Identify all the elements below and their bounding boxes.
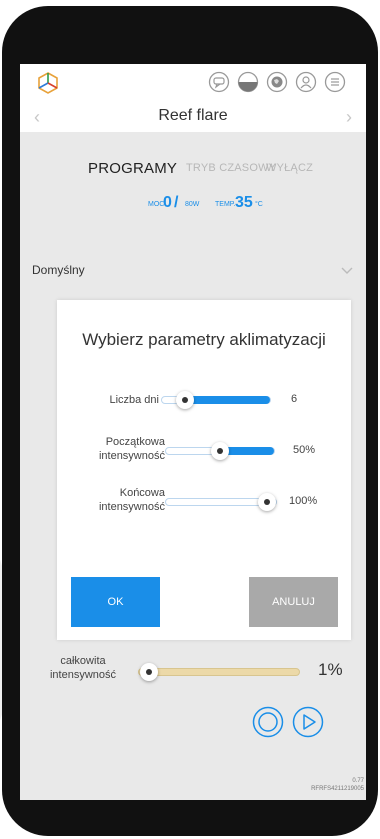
- start-intensity-slider-thumb[interactable]: [211, 442, 229, 460]
- end-intensity-slider-thumb[interactable]: [258, 493, 276, 511]
- days-value: 6: [291, 393, 298, 405]
- user-icon[interactable]: [295, 71, 317, 93]
- next-arrow-icon[interactable]: ›: [346, 107, 352, 128]
- start-intensity-value: 50%: [293, 444, 316, 456]
- mode-tabs: PROGRAMY TRYB CZASOWY WYŁĄCZ: [20, 160, 366, 182]
- half-circle-icon[interactable]: [237, 71, 259, 93]
- days-label: Liczba dni: [109, 394, 159, 406]
- total-intensity-slider-thumb[interactable]: [140, 663, 158, 681]
- cancel-button[interactable]: ANULUJ: [249, 577, 338, 627]
- start-intensity-slider[interactable]: [165, 442, 275, 460]
- tab-tryb-czasowy[interactable]: TRYB CZASOWY: [186, 162, 276, 174]
- tab-programy[interactable]: PROGRAMY: [88, 160, 177, 177]
- days-slider-fill: [185, 396, 270, 404]
- app-screen: ‹ Reef flare › PROGRAMY TRYB CZASOWY WYŁ…: [20, 64, 366, 800]
- version-number: 0.77: [352, 778, 364, 784]
- power-label: MOC: [148, 201, 165, 208]
- app-logo-icon[interactable]: [36, 71, 60, 95]
- dialog-title: Wybierz parametry aklimatyzacji: [82, 330, 326, 349]
- tab-wylacz[interactable]: WYŁĄCZ: [266, 162, 313, 174]
- dropdown-selected-value: Domyślny: [32, 263, 85, 277]
- power-max: 80W: [185, 201, 200, 208]
- version-info: 0.77 RFRFS4211219005: [311, 777, 364, 793]
- days-slider-thumb[interactable]: [176, 391, 194, 409]
- phone-frame: ‹ Reef flare › PROGRAMY TRYB CZASOWY WYŁ…: [2, 6, 378, 836]
- temp-value: 35: [235, 194, 253, 211]
- power-value: 0: [163, 194, 172, 211]
- days-slider[interactable]: [161, 391, 271, 409]
- end-intensity-label: Końcowa intensywność: [98, 487, 165, 513]
- start-intensity-label: Początkowa intensywność: [98, 436, 165, 462]
- temp-label: TEMP.: [215, 201, 236, 208]
- page-title: Reef flare: [158, 107, 228, 124]
- status-readout: MOC 0 / 80W TEMP. 35 °C: [20, 194, 366, 214]
- total-intensity-slider[interactable]: [138, 663, 300, 681]
- program-dropdown[interactable]: Domyślny: [20, 260, 366, 282]
- acclimation-dialog: Wybierz parametry aklimatyzacji Liczba d…: [57, 300, 351, 640]
- stop-icon[interactable]: [252, 706, 284, 738]
- ok-button[interactable]: OK: [71, 577, 160, 627]
- total-intensity-row: całkowita intensywność 1%: [20, 654, 366, 694]
- power-slash: /: [174, 194, 179, 211]
- end-intensity-slider[interactable]: [165, 493, 277, 511]
- chevron-down-icon: [340, 263, 354, 277]
- device-serial: RFRFS4211219005: [311, 786, 364, 792]
- total-intensity-value: 1%: [318, 660, 343, 679]
- title-bar: ‹ Reef flare ›: [20, 100, 366, 132]
- play-icon[interactable]: [292, 706, 324, 738]
- menu-icon[interactable]: [324, 71, 346, 93]
- total-intensity-label: całkowita intensywność: [49, 655, 117, 681]
- globe-icon[interactable]: [266, 71, 288, 93]
- top-toolbar: [20, 64, 366, 100]
- chat-icon[interactable]: [208, 71, 230, 93]
- temp-unit: °C: [255, 201, 263, 208]
- end-intensity-value: 100%: [289, 495, 318, 507]
